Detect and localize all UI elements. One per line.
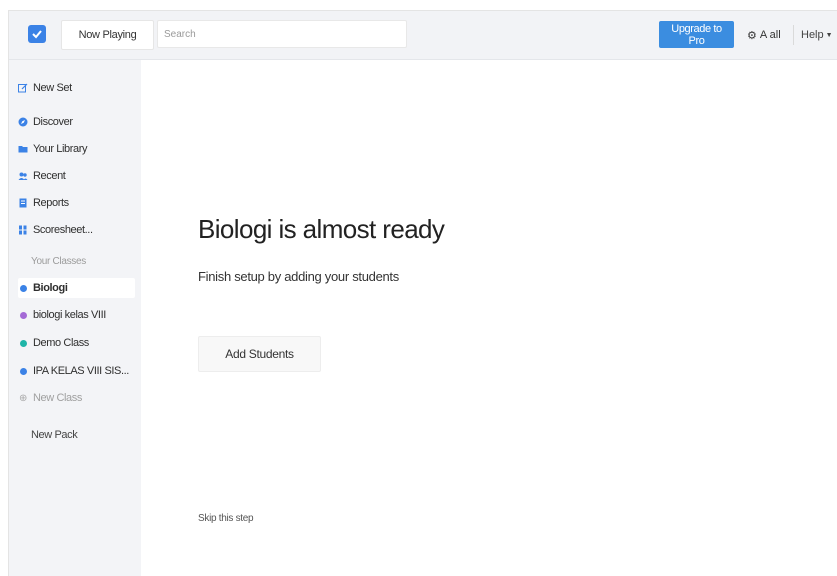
people-icon [18, 171, 28, 181]
skip-step-link[interactable]: Skip this step [198, 513, 254, 524]
sidebar-item-scoresheet[interactable]: Scoresheet... [18, 220, 93, 240]
class-label: Biologi [33, 282, 68, 294]
compass-icon [18, 117, 28, 127]
upgrade-to-pro-button[interactable]: Upgrade to Pro [659, 21, 734, 48]
class-item-biologi[interactable]: Biologi [18, 278, 135, 298]
sidebar-item-label: Scoresheet... [33, 224, 93, 236]
add-students-button[interactable]: Add Students [198, 336, 321, 372]
chevron-down-icon: ▼ [825, 31, 833, 39]
report-icon [18, 198, 28, 208]
class-item-biologi-kelas-viii[interactable]: biologi kelas VIII [18, 305, 106, 325]
page-title: Biologi is almost ready [198, 214, 445, 244]
class-color-dot [20, 284, 27, 292]
plus-circle-icon: ⊕ [19, 392, 27, 404]
sidebar-item-label: Your Library [33, 143, 88, 155]
search-input[interactable] [157, 20, 407, 48]
gear-icon: ⚙ [747, 29, 757, 42]
class-label: biologi kelas VIII [33, 309, 106, 321]
class-label: Demo Class [33, 337, 89, 349]
class-label: IPA KELAS VIII SIS... [33, 365, 129, 377]
sidebar-item-your-library[interactable]: Your Library [18, 139, 88, 159]
sidebar-item-recent[interactable]: Recent [18, 166, 66, 186]
account-label: A all [759, 29, 781, 41]
sidebar-item-label: Reports [33, 197, 69, 209]
page-subtitle: Finish setup by adding your students [198, 269, 399, 284]
class-color-dot [20, 339, 27, 347]
class-item-demo-class[interactable]: Demo Class [18, 333, 89, 353]
new-class-button[interactable]: ⊕ New Class [18, 388, 82, 408]
new-pack-label: New Pack [31, 429, 78, 441]
new-pack-button[interactable]: New Pack [31, 425, 78, 445]
help-label: Help [801, 29, 824, 41]
sidebar-item-new-set[interactable]: New Set [18, 78, 72, 98]
new-class-label: New Class [33, 392, 82, 404]
header-divider [793, 25, 794, 45]
edit-icon [18, 83, 28, 93]
your-classes-heading: Your Classes [31, 256, 86, 267]
sidebar-item-reports[interactable]: Reports [18, 193, 69, 213]
folder-icon [18, 144, 28, 154]
class-color-dot [20, 367, 27, 375]
help-menu[interactable]: Help ▼ [801, 28, 833, 42]
app-window: Now Playing Upgrade to Pro ⚙ A all Help … [8, 10, 837, 576]
class-item-ipa-kelas-viii[interactable]: IPA KELAS VIII SIS... [18, 361, 129, 381]
sidebar-item-label: New Set [33, 82, 72, 94]
class-color-dot [20, 311, 27, 319]
sidebar: New Set Discover Your Library Recent Rep… [9, 60, 141, 576]
sidebar-item-label: Discover [33, 116, 73, 128]
app-logo-icon[interactable] [28, 25, 46, 43]
sidebar-item-discover[interactable]: Discover [18, 112, 73, 132]
top-bar: Now Playing Upgrade to Pro ⚙ A all Help … [9, 11, 837, 60]
grid-icon [18, 225, 28, 235]
sidebar-item-label: Recent [33, 170, 66, 182]
account-menu[interactable]: ⚙ A all [747, 28, 781, 42]
now-playing-button[interactable]: Now Playing [61, 20, 154, 50]
